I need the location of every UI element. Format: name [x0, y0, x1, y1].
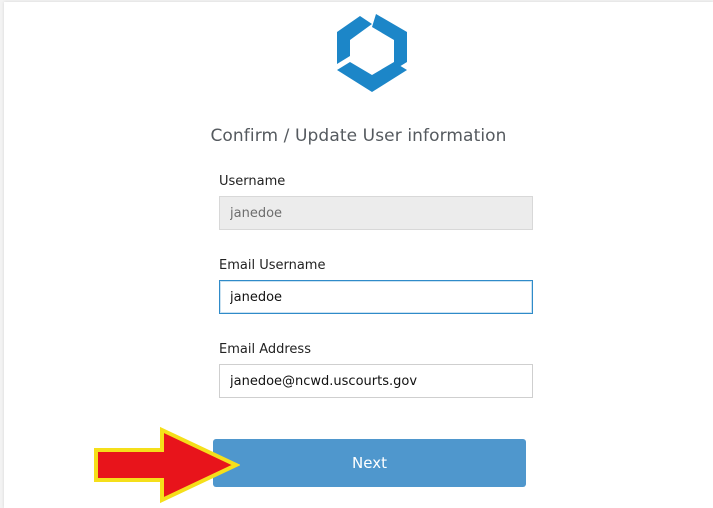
- email-address-label: Email Address: [219, 342, 311, 357]
- username-label: Username: [219, 174, 286, 189]
- red-arrow-annotation: [94, 426, 240, 504]
- email-address-field[interactable]: [219, 364, 533, 398]
- hexagon-logo-icon: [337, 14, 407, 92]
- email-username-field[interactable]: [219, 280, 533, 314]
- email-username-label: Email Username: [219, 258, 326, 273]
- next-button[interactable]: Next: [213, 439, 526, 487]
- username-field[interactable]: [219, 196, 533, 230]
- page-title: Confirm / Update User information: [210, 126, 507, 146]
